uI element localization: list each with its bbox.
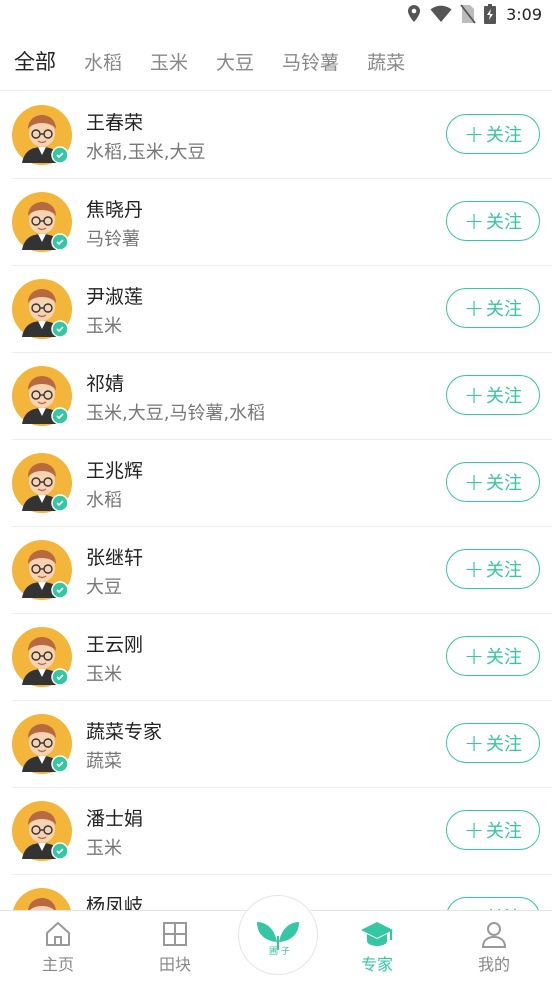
plus-icon: + xyxy=(463,555,485,583)
expert-crops: 水稻,玉米,大豆 xyxy=(86,142,206,163)
tab-2[interactable]: 玉米 xyxy=(150,48,202,75)
expert-row[interactable]: 潘士娟玉米 + 关注 xyxy=(12,788,552,875)
expert-cap-icon xyxy=(361,922,393,946)
follow-button[interactable]: +关注 xyxy=(446,897,540,910)
nav-home-label: 主页 xyxy=(41,955,74,974)
follow-label: 关注 xyxy=(486,473,523,494)
expert-row[interactable]: 王云刚玉米 + 关注 xyxy=(12,614,552,701)
follow-label: 关注 xyxy=(486,299,523,320)
expert-name: 焦晓丹 xyxy=(86,199,144,221)
expert-avatar[interactable] xyxy=(12,714,72,774)
expert-avatar[interactable] xyxy=(12,888,72,910)
expert-avatar[interactable] xyxy=(12,453,72,513)
expert-row[interactable]: 王兆辉水稻 + 关注 xyxy=(12,440,552,527)
expert-row[interactable]: 张继轩大豆 + 关注 xyxy=(12,527,552,614)
expert-row[interactable]: 祁婧玉米,大豆,马铃薯,水稻 + 关注 xyxy=(12,353,552,440)
bottom-navigation: 主页 田块 圃 子 专家 我的 xyxy=(0,895,552,982)
expert-row[interactable]: 焦晓丹马铃薯 + 关注 xyxy=(12,179,552,266)
follow-button[interactable]: +关注 xyxy=(446,723,540,763)
expert-crops: 玉米,大豆,马铃薯,水稻 xyxy=(86,403,266,424)
follow-button[interactable]: +关注 xyxy=(446,375,540,415)
plus-icon: + xyxy=(463,468,485,496)
follow-label: 关注 xyxy=(486,386,523,407)
nav-home[interactable]: 主页 xyxy=(18,919,98,975)
expert-name: 蔬菜专家 xyxy=(86,721,163,743)
expert-crops: 马铃薯 xyxy=(86,229,140,250)
follow-button[interactable]: +关注 xyxy=(446,636,540,676)
nav-mine-label: 我的 xyxy=(477,955,510,974)
plus-icon: + xyxy=(463,294,485,322)
svg-text:圃 子: 圃 子 xyxy=(269,946,290,957)
follow-label: 关注 xyxy=(486,212,523,233)
status-time: 3:09 xyxy=(506,4,542,24)
expert-crops: 玉米 xyxy=(86,316,122,337)
tab-5[interactable]: 蔬菜 xyxy=(367,48,419,75)
user-icon xyxy=(481,922,507,948)
sprout-logo-icon: 圃 子 xyxy=(257,922,299,957)
plus-icon: + xyxy=(463,120,485,148)
follow-button[interactable]: +关注 xyxy=(446,288,540,328)
expert-avatar[interactable] xyxy=(12,366,72,426)
expert-name: 祁婧 xyxy=(86,373,125,395)
nav-mine[interactable]: 我的 xyxy=(454,919,534,975)
expert-row[interactable]: 蔬菜专家蔬菜 + 关注 xyxy=(12,701,552,788)
plus-icon: + xyxy=(463,816,485,844)
plus-icon: + xyxy=(463,642,485,670)
follow-label: 关注 xyxy=(486,647,523,668)
no-sim-icon xyxy=(460,4,476,24)
follow-label: 关注 xyxy=(486,560,523,581)
expert-avatar[interactable] xyxy=(12,192,72,252)
nav-field-label: 田块 xyxy=(158,955,191,974)
expert-name: 杨凤岐 xyxy=(86,895,144,910)
follow-label: 关注 xyxy=(486,734,523,755)
tab-1[interactable]: 水稻 xyxy=(84,48,136,75)
nav-expert-label: 专家 xyxy=(360,955,393,974)
follow-button[interactable]: +关注 xyxy=(446,201,540,241)
expert-crops: 玉米 xyxy=(86,664,122,685)
expert-avatar[interactable] xyxy=(12,801,72,861)
expert-crops: 水稻 xyxy=(86,490,122,511)
expert-name: 潘士娟 xyxy=(86,808,144,830)
follow-label: 关注 xyxy=(486,125,523,146)
tab-3[interactable]: 大豆 xyxy=(216,48,268,75)
expert-name: 王春荣 xyxy=(86,112,144,134)
expert-avatar[interactable] xyxy=(12,627,72,687)
plus-icon: + xyxy=(463,381,485,409)
expert-avatar[interactable] xyxy=(12,105,72,165)
follow-button[interactable]: +关注 xyxy=(446,810,540,850)
tab-0[interactable]: 全部 xyxy=(14,46,70,76)
tab-4[interactable]: 马铃薯 xyxy=(282,48,353,75)
plus-icon: + xyxy=(463,207,485,235)
expert-name: 尹淑莲 xyxy=(86,286,144,308)
expert-name: 王云刚 xyxy=(86,634,144,656)
expert-crops: 蔬菜 xyxy=(86,751,122,772)
follow-label: 关注 xyxy=(486,821,523,842)
follow-button[interactable]: +关注 xyxy=(446,114,540,154)
status-bar: 3:09 xyxy=(0,0,552,32)
battery-charging-icon xyxy=(484,4,497,24)
wifi-icon xyxy=(430,5,452,22)
expert-list[interactable]: 王春荣 水稻,玉米,大豆 + 关注 焦晓丹 马铃薯 + 关注 尹淑莲 玉米 + 关注 祁婧 玉米,大豆,马… xyxy=(0,92,552,910)
expert-name: 王兆辉 xyxy=(86,460,144,482)
expert-avatar[interactable] xyxy=(12,279,72,339)
expert-crops: 玉米 xyxy=(86,838,122,859)
field-icon xyxy=(163,922,187,946)
category-tabs: 全部 水稻 玉米 大豆 马铃薯 蔬菜 xyxy=(0,32,552,91)
follow-button[interactable]: +关注 xyxy=(446,462,540,502)
plus-icon: + xyxy=(463,729,485,757)
nav-expert[interactable]: 专家 xyxy=(337,919,417,975)
follow-button[interactable]: +关注 xyxy=(446,549,540,589)
expert-crops: 大豆 xyxy=(86,577,122,598)
expert-row[interactable]: 王春荣水稻,玉米,大豆 + 关注 xyxy=(12,92,552,179)
center-home-button[interactable]: 圃 子 xyxy=(238,895,318,975)
nav-field[interactable]: 田块 xyxy=(135,919,215,975)
expert-row[interactable]: 尹淑莲玉米 + 关注 xyxy=(12,266,552,353)
expert-name: 张继轩 xyxy=(86,547,144,569)
location-icon xyxy=(408,5,421,22)
home-icon xyxy=(46,922,70,946)
expert-avatar[interactable] xyxy=(12,540,72,600)
